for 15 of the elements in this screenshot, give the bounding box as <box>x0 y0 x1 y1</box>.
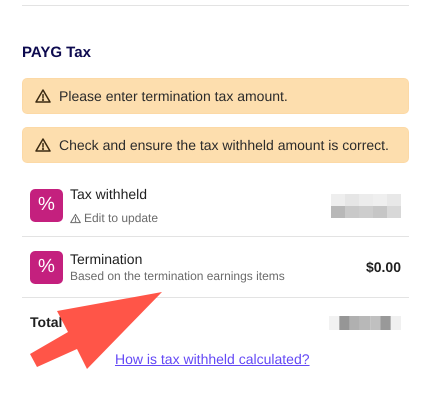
warning-icon <box>35 137 51 153</box>
section-title: PAYG Tax <box>22 44 91 62</box>
warning-icon <box>70 213 81 224</box>
item-amount: $0.00 <box>366 258 401 276</box>
percent-icon: % <box>30 189 63 222</box>
alert-text: Please enter termination tax amount. <box>59 86 288 106</box>
percent-icon: % <box>30 250 63 284</box>
total-label: Total <box>30 313 62 332</box>
item-subtitle: Based on the termination earnings items <box>70 269 285 284</box>
help-link[interactable]: How is tax withheld calculated? <box>115 349 310 370</box>
item-subtitle: Edit to update <box>70 211 158 226</box>
warning-icon <box>35 88 51 104</box>
item-title: Termination <box>70 250 142 268</box>
item-title: Tax withheld <box>70 185 148 203</box>
alert-text: Check and ensure the tax withheld amount is correct. <box>59 136 389 154</box>
